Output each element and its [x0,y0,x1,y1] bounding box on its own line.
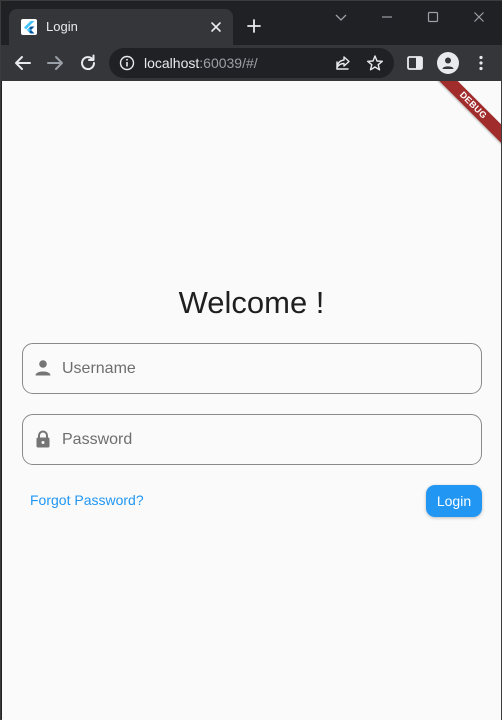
username-input[interactable] [62,354,462,384]
reload-icon[interactable] [78,53,98,73]
password-field[interactable] [22,414,482,465]
info-icon[interactable] [119,55,135,71]
tab-strip: Login [1,1,502,45]
more-vert-icon[interactable] [471,53,491,73]
url-text[interactable]: localhost:60039/#/ [144,55,258,71]
browser-toolbar: localhost:60039/#/ [1,45,502,81]
password-input[interactable] [62,425,462,455]
browser-window: Login localhost:60039/#/ DEBUG Welcome !… [0,0,502,720]
plus-icon[interactable] [246,18,262,34]
person-icon [35,360,51,376]
forgot-password-link[interactable]: Forgot Password? [30,492,144,508]
flutter-logo-icon [21,19,37,35]
url-path: :60039/#/ [199,55,258,71]
star-icon[interactable] [366,54,384,72]
tab-login[interactable]: Login [9,9,233,45]
page-title: Welcome ! [178,285,325,320]
profile-avatar[interactable] [437,52,459,74]
login-page: DEBUG Welcome ! Forgot Password? Login [2,81,501,720]
login-button[interactable]: Login [426,485,482,517]
username-field[interactable] [22,343,482,394]
lock-icon [36,430,50,448]
minimize-icon[interactable] [379,9,395,25]
close-window-icon[interactable] [471,9,487,25]
close-icon[interactable] [209,20,223,34]
side-panel-icon[interactable] [405,53,425,73]
url-host: localhost [144,55,200,71]
share-icon[interactable] [334,54,352,72]
person-icon [442,57,454,69]
debug-banner: DEBUG [424,81,501,154]
maximize-icon[interactable] [425,9,441,25]
arrow-left-icon[interactable] [13,53,33,73]
address-bar[interactable]: localhost:60039/#/ [109,48,394,78]
chevron-down-icon[interactable] [333,9,349,25]
tab-title: Login [46,19,78,34]
arrow-right-icon[interactable] [45,53,65,73]
